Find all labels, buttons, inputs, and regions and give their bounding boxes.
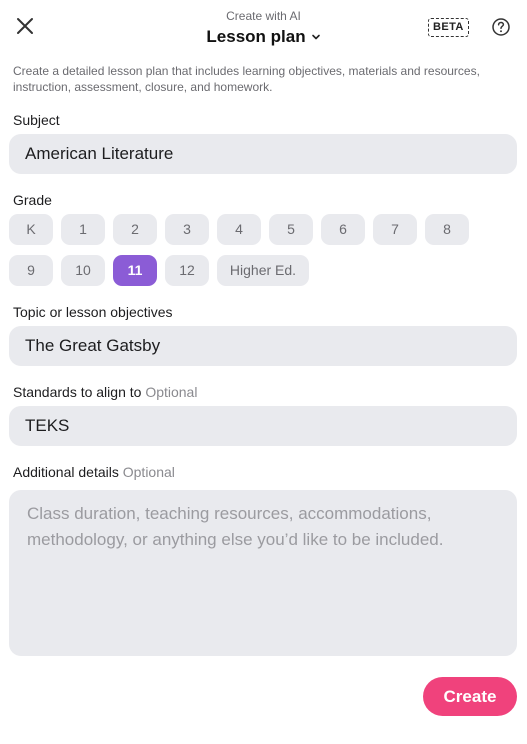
lesson-type-dropdown[interactable]: Lesson plan <box>206 27 320 47</box>
header: Create with AI Lesson plan BETA <box>0 0 527 56</box>
grade-chip-k[interactable]: K <box>9 214 53 245</box>
standards-label: Standards to align to Optional <box>13 384 197 401</box>
grade-chip-6[interactable]: 6 <box>321 214 365 245</box>
grade-chip-4[interactable]: 4 <box>217 214 261 245</box>
grade-chip-1[interactable]: 1 <box>61 214 105 245</box>
grade-chip-8[interactable]: 8 <box>425 214 469 245</box>
standards-input[interactable] <box>9 406 517 446</box>
beta-badge: BETA <box>428 18 469 37</box>
subject-input[interactable] <box>9 134 517 174</box>
grade-chip-higher-ed[interactable]: Higher Ed. <box>217 255 309 286</box>
chevron-down-icon <box>311 34 320 40</box>
help-icon <box>492 18 510 36</box>
grade-chip-2[interactable]: 2 <box>113 214 157 245</box>
details-label: Additional details Optional <box>13 464 175 481</box>
grade-chip-11[interactable]: 11 <box>113 255 157 286</box>
help-button[interactable] <box>491 17 511 37</box>
page-title: Lesson plan <box>206 27 306 46</box>
grade-label: Grade <box>13 192 52 208</box>
grade-chip-12[interactable]: 12 <box>165 255 209 286</box>
details-textarea[interactable] <box>9 490 517 656</box>
page-description: Create a detailed lesson plan that inclu… <box>13 64 480 94</box>
topic-input[interactable] <box>9 326 517 366</box>
grade-chip-9[interactable]: 9 <box>9 255 53 286</box>
standards-optional-tag: Optional <box>145 384 198 400</box>
grade-chip-10[interactable]: 10 <box>61 255 105 286</box>
grade-chip-7[interactable]: 7 <box>373 214 417 245</box>
details-label-text: Additional details <box>13 464 119 480</box>
topic-label: Topic or lesson objectives <box>13 304 173 320</box>
details-optional-tag: Optional <box>122 464 175 480</box>
grade-chip-5[interactable]: 5 <box>269 214 313 245</box>
grade-chip-3[interactable]: 3 <box>165 214 209 245</box>
subject-label: Subject <box>13 112 60 128</box>
create-button[interactable]: Create <box>423 677 517 716</box>
standards-label-text: Standards to align to <box>13 384 142 400</box>
